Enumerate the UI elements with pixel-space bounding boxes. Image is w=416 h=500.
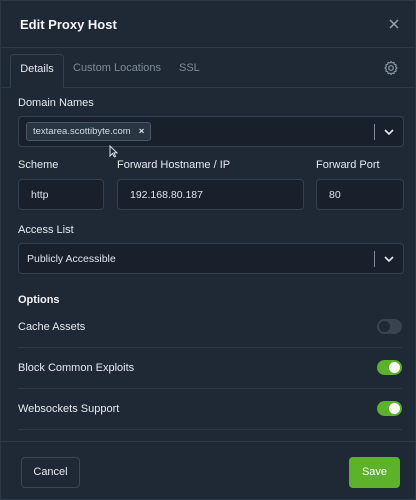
tab-ssl[interactable]: SSL bbox=[179, 54, 200, 88]
option-label: Block Common Exploits bbox=[18, 362, 135, 374]
block-common-exploits-toggle[interactable] bbox=[377, 360, 402, 375]
option-row-block-common-exploits: Block Common Exploits bbox=[18, 348, 402, 389]
cache-assets-toggle[interactable] bbox=[377, 319, 402, 334]
option-label: Websockets Support bbox=[18, 403, 120, 415]
domain-names-label: Domain Names bbox=[18, 97, 94, 109]
forward-hostname-label: Forward Hostname / IP bbox=[117, 159, 231, 171]
forward-hostname-input[interactable]: 192.168.80.187 bbox=[117, 179, 304, 210]
divider bbox=[374, 251, 375, 267]
access-list-label: Access List bbox=[18, 224, 74, 236]
options-heading: Options bbox=[18, 294, 60, 306]
option-label: Cache Assets bbox=[18, 321, 86, 333]
toggle-knob bbox=[379, 321, 390, 332]
dialog-title: Edit Proxy Host bbox=[20, 17, 117, 32]
option-row-websockets-support: Websockets Support bbox=[18, 389, 402, 430]
scheme-label: Scheme bbox=[18, 159, 59, 171]
edit-proxy-host-dialog: Edit Proxy Host Details Custom Locations… bbox=[0, 0, 416, 500]
dialog-header: Edit Proxy Host bbox=[1, 1, 416, 48]
forward-port-input[interactable]: 80 bbox=[316, 179, 404, 210]
dialog-footer: Cancel Save bbox=[1, 441, 416, 500]
close-icon[interactable] bbox=[385, 15, 403, 33]
scheme-value: http bbox=[31, 189, 49, 201]
tab-bar: Details Custom Locations SSL bbox=[1, 48, 416, 88]
websockets-support-toggle[interactable] bbox=[377, 401, 402, 416]
remove-chip-icon[interactable]: × bbox=[139, 126, 145, 137]
access-list-value: Publicly Accessible bbox=[27, 253, 116, 265]
access-list-select[interactable]: Publicly Accessible bbox=[18, 243, 404, 274]
cancel-button[interactable]: Cancel bbox=[21, 457, 80, 488]
save-button[interactable]: Save bbox=[349, 457, 400, 488]
tab-details[interactable]: Details bbox=[10, 54, 64, 88]
forward-port-label: Forward Port bbox=[316, 159, 380, 171]
chevron-down-icon[interactable] bbox=[382, 125, 396, 139]
gear-icon[interactable] bbox=[383, 60, 399, 76]
forward-hostname-value: 192.168.80.187 bbox=[130, 189, 203, 201]
scheme-select[interactable]: http bbox=[18, 179, 104, 210]
domain-chip: textarea.scottibyte.com × bbox=[26, 122, 152, 141]
domain-names-input[interactable]: textarea.scottibyte.com × bbox=[18, 116, 404, 147]
tab-custom-locations[interactable]: Custom Locations bbox=[73, 54, 161, 88]
chevron-down-icon[interactable] bbox=[382, 252, 396, 266]
domain-chip-label: textarea.scottibyte.com bbox=[33, 126, 131, 137]
option-row-cache-assets: Cache Assets bbox=[18, 307, 402, 348]
mouse-pointer-icon bbox=[109, 145, 118, 158]
toggle-knob bbox=[389, 362, 400, 373]
close-icon-glyph bbox=[389, 19, 399, 29]
forward-port-value: 80 bbox=[329, 189, 341, 201]
divider bbox=[374, 124, 375, 140]
toggle-knob bbox=[389, 403, 400, 414]
